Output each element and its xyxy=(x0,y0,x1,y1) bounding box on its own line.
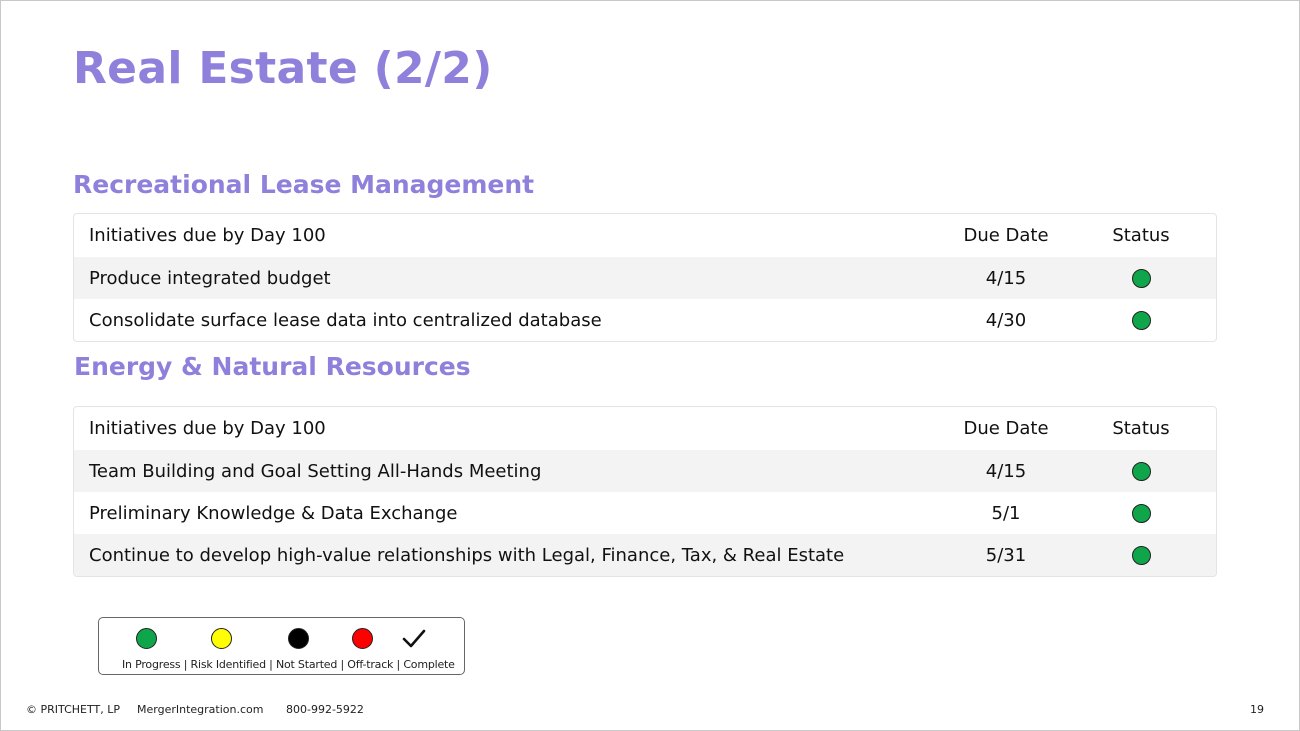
status-cell xyxy=(1066,310,1216,330)
due-date-cell: 5/1 xyxy=(991,502,1021,524)
in-progress-status-icon xyxy=(1131,503,1151,523)
yellow-circle-icon xyxy=(211,628,232,649)
initiative-cell: Preliminary Knowledge & Data Exchange xyxy=(89,502,458,524)
checkmark-icon xyxy=(402,629,426,648)
footer-copyright: © PRITCHETT, LP xyxy=(26,703,120,716)
due-date-cell: 5/31 xyxy=(985,544,1027,566)
due-date-cell: 4/15 xyxy=(985,460,1027,482)
page-number: 19 xyxy=(1250,703,1264,716)
table-row: Continue to develop high-value relations… xyxy=(74,534,1216,576)
page-title: Real Estate (2/2) xyxy=(73,43,493,94)
legend-icons xyxy=(99,628,464,650)
table-row: Consolidate surface lease data into cent… xyxy=(74,299,1216,341)
table-header-row: Initiatives due by Day 100 Due Date Stat… xyxy=(74,407,1216,450)
status-cell xyxy=(1066,461,1216,481)
status-cell xyxy=(1066,268,1216,288)
table-row: Team Building and Goal Setting All-Hands… xyxy=(74,450,1216,492)
status-cell xyxy=(1066,545,1216,565)
section-title-recreational-lease: Recreational Lease Management xyxy=(73,170,535,199)
header-due-date: Due Date xyxy=(963,225,1049,246)
in-progress-status-icon xyxy=(1131,268,1151,288)
initiative-cell: Continue to develop high-value relations… xyxy=(89,544,845,566)
slide: Real Estate (2/2) Recreational Lease Man… xyxy=(0,0,1300,731)
black-circle-icon xyxy=(288,628,309,649)
table-row: Preliminary Knowledge & Data Exchange 5/… xyxy=(74,492,1216,534)
in-progress-status-icon xyxy=(1131,545,1151,565)
due-date-cell: 4/30 xyxy=(985,309,1027,331)
initiative-cell: Team Building and Goal Setting All-Hands… xyxy=(89,460,542,482)
initiative-cell: Consolidate surface lease data into cent… xyxy=(89,309,602,331)
initiative-cell: Produce integrated budget xyxy=(89,267,331,289)
footer-website: MergerIntegration.com xyxy=(137,703,264,716)
initiatives-table-energy: Initiatives due by Day 100 Due Date Stat… xyxy=(73,406,1217,577)
table-row: Produce integrated budget 4/15 xyxy=(74,257,1216,299)
header-status: Status xyxy=(1112,225,1170,246)
in-progress-status-icon xyxy=(1131,461,1151,481)
red-circle-icon xyxy=(352,628,373,649)
header-initiatives: Initiatives due by Day 100 xyxy=(89,418,326,439)
header-status: Status xyxy=(1112,418,1170,439)
header-initiatives: Initiatives due by Day 100 xyxy=(89,225,326,246)
table-header-row: Initiatives due by Day 100 Due Date Stat… xyxy=(74,214,1216,257)
header-due-date: Due Date xyxy=(963,418,1049,439)
status-legend: In Progress | Risk Identified | Not Star… xyxy=(98,617,465,675)
initiatives-table-recreational-lease: Initiatives due by Day 100 Due Date Stat… xyxy=(73,213,1217,342)
in-progress-status-icon xyxy=(1131,310,1151,330)
section-title-energy-natural-resources: Energy & Natural Resources xyxy=(74,352,471,381)
green-circle-icon xyxy=(136,628,157,649)
footer-phone: 800-992-5922 xyxy=(286,703,364,716)
legend-labels: In Progress | Risk Identified | Not Star… xyxy=(122,658,455,671)
due-date-cell: 4/15 xyxy=(985,267,1027,289)
status-cell xyxy=(1066,503,1216,523)
